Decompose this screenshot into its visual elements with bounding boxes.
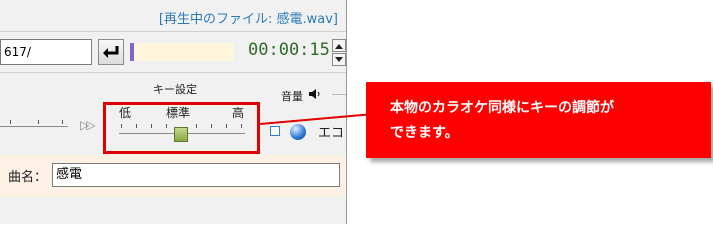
time-up-button[interactable] xyxy=(332,39,346,52)
slider-tick xyxy=(10,120,11,124)
fast-forward-icon[interactable]: ▷▷ xyxy=(80,118,96,132)
eco-label: エコ xyxy=(318,126,345,141)
song-title-field[interactable]: 感電 xyxy=(52,163,340,187)
eco-orb-icon xyxy=(290,124,306,140)
now-playing-label: [再生中のファイル: 感電.wav] xyxy=(158,12,338,27)
volume-label: 音量 xyxy=(281,90,303,103)
volume-slider[interactable] xyxy=(332,94,346,95)
karaoke-app-window: [再生中のファイル: 感電.wav] 617/ 00:00:15 キー設定 低 … xyxy=(0,0,347,224)
toolbar-divider xyxy=(0,72,346,73)
callout-line-2: できます。 xyxy=(390,125,459,141)
time-down-button[interactable] xyxy=(332,53,346,66)
path-input[interactable]: 617/ xyxy=(0,39,92,65)
callout-box: 本物のカラオケ同様にキーの調節が できます。 xyxy=(366,82,711,158)
eco-checkbox[interactable] xyxy=(270,126,280,136)
enter-button[interactable] xyxy=(98,39,124,65)
speaker-icon xyxy=(309,89,320,99)
playback-progress-bar[interactable] xyxy=(130,43,234,61)
arrow-up-icon xyxy=(335,43,343,49)
key-setting-title: キー設定 xyxy=(153,83,197,96)
elapsed-time: 00:00:15 xyxy=(248,40,330,60)
slider-tick xyxy=(62,120,63,124)
header-divider xyxy=(0,31,346,32)
slider-tick xyxy=(38,120,39,124)
song-title-label: 曲名： xyxy=(8,170,48,185)
arrow-down-icon xyxy=(335,56,343,62)
callout-line-1: 本物のカラオケ同様にキーの調節が xyxy=(390,100,614,116)
key-setting-highlight xyxy=(103,102,260,154)
enter-return-icon xyxy=(103,46,119,58)
tempo-slider[interactable] xyxy=(0,126,68,127)
